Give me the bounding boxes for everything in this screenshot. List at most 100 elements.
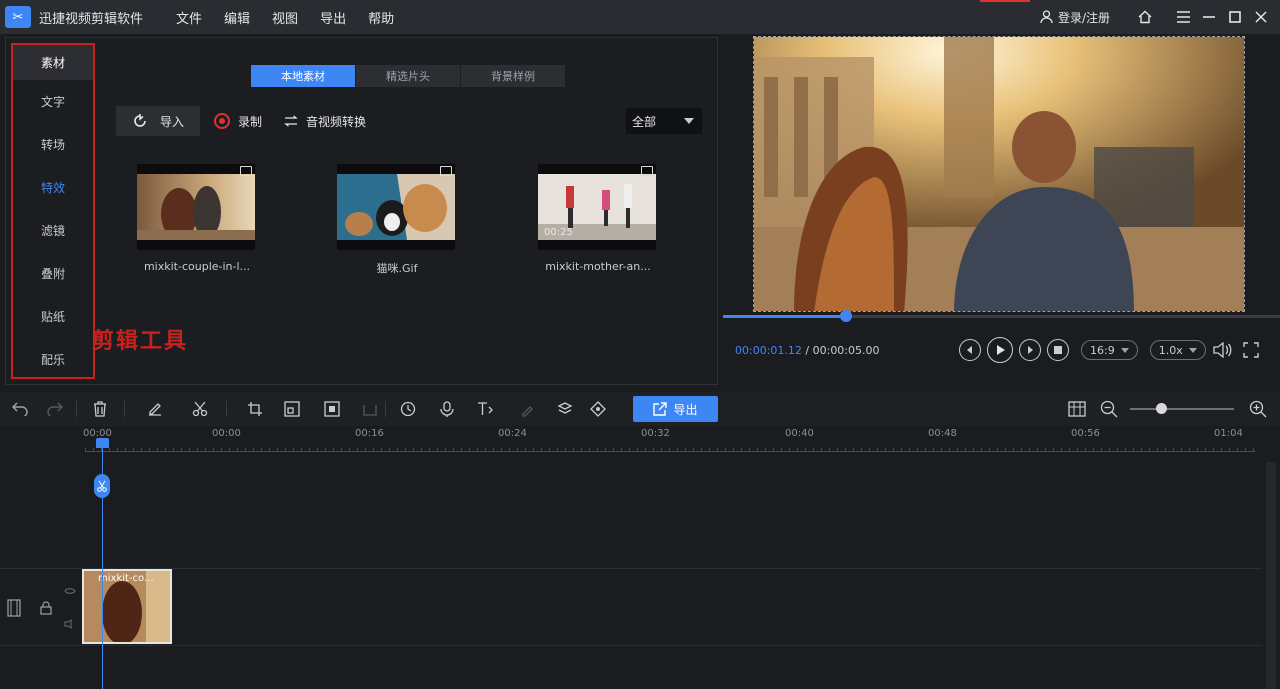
fit-timeline-button[interactable] bbox=[1067, 399, 1087, 419]
freeze-frame-button[interactable] bbox=[322, 399, 342, 419]
scrubber-handle[interactable] bbox=[839, 310, 852, 322]
preview-canvas[interactable] bbox=[753, 36, 1245, 312]
crop-button[interactable] bbox=[245, 399, 265, 419]
scissors-icon bbox=[192, 401, 208, 417]
toolbar-divider bbox=[385, 401, 386, 417]
tool-item-material[interactable]: 素材 bbox=[13, 45, 93, 80]
media-filter-select[interactable]: 全部 bbox=[626, 108, 702, 134]
playhead-handle[interactable] bbox=[96, 438, 109, 448]
record-icon bbox=[214, 113, 230, 129]
convert-button[interactable]: 音视频转换 bbox=[284, 113, 366, 130]
next-frame-button[interactable] bbox=[1019, 339, 1041, 361]
zoom-slider[interactable] bbox=[1130, 403, 1234, 414]
clock-icon bbox=[400, 401, 416, 417]
mosaic-button[interactable] bbox=[282, 399, 302, 419]
preview-scrubber[interactable] bbox=[723, 310, 1280, 322]
ruler-label: 01:04 bbox=[1214, 428, 1243, 439]
crop-icon bbox=[248, 402, 262, 416]
maximize-button[interactable] bbox=[1222, 0, 1248, 34]
tool-item-effects[interactable]: 特效 bbox=[13, 166, 93, 209]
play-icon bbox=[997, 345, 1005, 355]
aspect-ratio-select[interactable]: 16:9 bbox=[1081, 340, 1138, 360]
login-button[interactable]: 登录/注册 bbox=[1040, 9, 1110, 26]
media-thumbnail bbox=[337, 164, 455, 250]
tab-background-samples[interactable]: 背景样例 bbox=[461, 65, 565, 87]
tab-intro-clips[interactable]: 精选片头 bbox=[356, 65, 460, 87]
redo-button[interactable] bbox=[45, 399, 65, 419]
media-item[interactable]: 00:25 mixkit-mother-an... bbox=[538, 164, 658, 273]
record-label: 录制 bbox=[238, 114, 263, 129]
tool-item-transition[interactable]: 转场 bbox=[13, 123, 93, 166]
menu-edit[interactable]: 编辑 bbox=[213, 8, 261, 27]
mute-icon[interactable] bbox=[64, 619, 76, 629]
menu-export[interactable]: 导出 bbox=[309, 8, 357, 27]
prev-frame-button[interactable] bbox=[959, 339, 981, 361]
text-to-speech-button[interactable] bbox=[476, 399, 496, 419]
zoom-out-button[interactable] bbox=[1099, 399, 1119, 419]
stop-button[interactable] bbox=[1047, 339, 1069, 361]
fullscreen-button[interactable] bbox=[1240, 339, 1262, 361]
undo-button[interactable] bbox=[10, 399, 30, 419]
split-button[interactable] bbox=[190, 399, 210, 419]
snapshot-button[interactable] bbox=[555, 399, 575, 419]
tool-item-filter[interactable]: 滤镜 bbox=[13, 209, 93, 252]
zoom-in-button[interactable] bbox=[1248, 399, 1268, 419]
visibility-icon[interactable] bbox=[64, 587, 76, 595]
material-panel: 素材 文字 转场 特效 滤镜 叠附 贴纸 配乐 剪辑工具 本地素材 精选片头 背… bbox=[5, 37, 718, 385]
tool-item-sticker[interactable]: 贴纸 bbox=[13, 295, 93, 338]
media-thumbnail: 00:25 bbox=[538, 164, 656, 250]
menu-view[interactable]: 视图 bbox=[261, 8, 309, 27]
ruler-label: 00:40 bbox=[785, 428, 814, 439]
scissors-icon bbox=[97, 480, 107, 492]
timeline-scrollbar[interactable] bbox=[1266, 462, 1276, 689]
import-button[interactable]: 导入 bbox=[116, 106, 200, 136]
playhead-split-button[interactable] bbox=[94, 474, 110, 498]
record-button[interactable]: 录制 bbox=[214, 113, 262, 130]
mark-button[interactable] bbox=[360, 399, 380, 419]
menu-help[interactable]: 帮助 bbox=[357, 8, 405, 27]
user-icon bbox=[1040, 10, 1053, 24]
media-thumbnail-image bbox=[137, 174, 255, 240]
tab-local-material[interactable]: 本地素材 bbox=[251, 65, 355, 87]
timeline-ruler[interactable]: 00:00 00:00 00:16 00:24 00:32 00:40 00:4… bbox=[0, 426, 1280, 452]
zoom-slider-handle[interactable] bbox=[1156, 403, 1168, 414]
timeline-clip[interactable]: mixkit-co... bbox=[82, 569, 172, 644]
tool-item-text[interactable]: 文字 bbox=[13, 80, 93, 123]
zoom-in-icon bbox=[1249, 400, 1267, 418]
media-type-icon bbox=[240, 166, 252, 176]
minimize-button[interactable] bbox=[1196, 0, 1222, 34]
close-button[interactable] bbox=[1248, 0, 1274, 34]
preview-panel: 00:00:01.12 / 00:00:05.00 16:9 1.0x bbox=[723, 34, 1280, 386]
tool-item-overlay[interactable]: 叠附 bbox=[13, 252, 93, 295]
home-icon bbox=[1138, 10, 1152, 24]
voiceover-button[interactable] bbox=[437, 399, 457, 419]
keyframe-button[interactable] bbox=[588, 399, 608, 419]
convert-icon bbox=[284, 115, 298, 127]
playback-speed-select[interactable]: 1.0x bbox=[1149, 340, 1206, 360]
lock-icon[interactable] bbox=[40, 601, 52, 615]
tool-item-music[interactable]: 配乐 bbox=[13, 338, 93, 381]
export-button[interactable]: 导出 bbox=[633, 396, 718, 422]
media-item[interactable]: 猫咪.Gif bbox=[337, 164, 457, 276]
media-item[interactable]: mixkit-couple-in-l... bbox=[137, 164, 257, 273]
home-button[interactable] bbox=[1132, 0, 1158, 34]
edit-button[interactable] bbox=[145, 399, 165, 419]
grid-icon bbox=[1068, 401, 1086, 417]
timecode: 00:00:01.12 / 00:00:05.00 bbox=[735, 344, 880, 357]
total-time: 00:00:05.00 bbox=[812, 344, 880, 357]
toolbar-divider bbox=[76, 401, 77, 417]
convert-label: 音视频转换 bbox=[306, 114, 367, 129]
color-button[interactable] bbox=[518, 399, 538, 419]
menu-bar: 文件 编辑 视图 导出 帮助 bbox=[165, 8, 405, 27]
stop-icon bbox=[1054, 346, 1062, 354]
duration-button[interactable] bbox=[398, 399, 418, 419]
menu-button[interactable] bbox=[1170, 0, 1196, 34]
play-button[interactable] bbox=[987, 337, 1013, 363]
video-track-header bbox=[0, 569, 80, 645]
volume-button[interactable] bbox=[1212, 339, 1234, 361]
toolbar-divider bbox=[226, 401, 227, 417]
import-label: 导入 bbox=[159, 114, 184, 129]
freeze-frame-icon bbox=[324, 401, 340, 417]
menu-file[interactable]: 文件 bbox=[165, 8, 213, 27]
delete-button[interactable] bbox=[90, 399, 110, 419]
